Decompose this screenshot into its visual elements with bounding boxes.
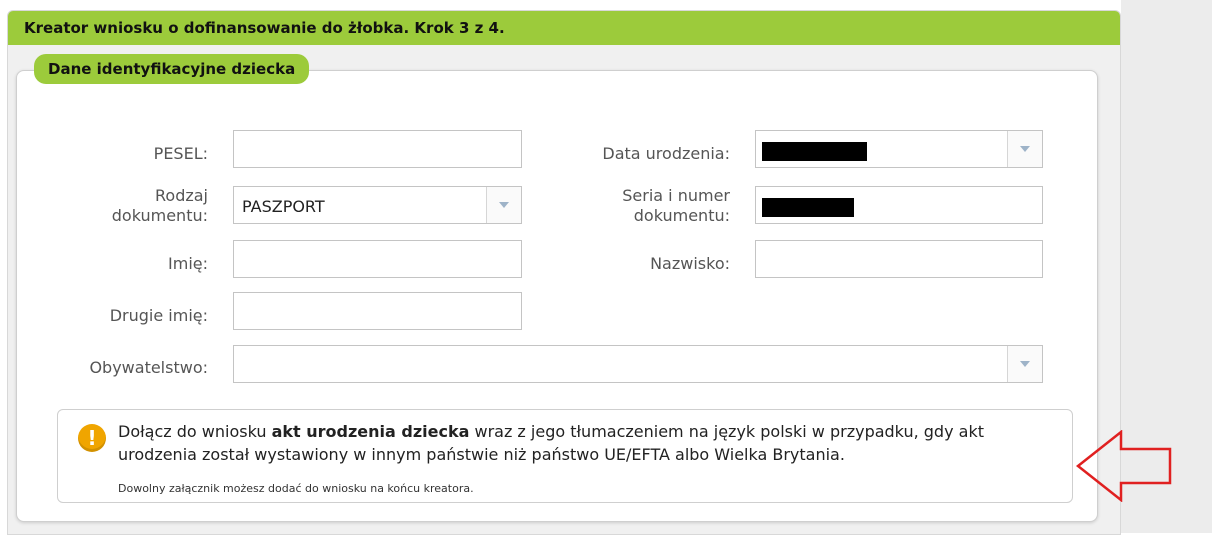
pesel-label: PESEL: bbox=[153, 144, 208, 163]
last-name-input[interactable] bbox=[755, 240, 1043, 278]
second-name-label: Drugie imię: bbox=[109, 306, 208, 325]
first-name-input[interactable] bbox=[233, 240, 522, 278]
citizenship-select[interactable] bbox=[233, 345, 1043, 383]
chevron-down-icon bbox=[499, 202, 509, 208]
document-type-label-line1: Rodzaj bbox=[155, 186, 208, 205]
second-name-input[interactable] bbox=[233, 292, 522, 330]
wizard-title: Kreator wniosku o dofinansowanie do żłob… bbox=[24, 19, 505, 37]
notice-text-bold: akt urodzenia dziecka bbox=[271, 422, 470, 441]
document-number-input[interactable] bbox=[755, 186, 1043, 224]
section-legend: Dane identyfikacyjne dziecka bbox=[34, 54, 310, 84]
birth-certificate-notice: ! Dołącz do wniosku akt urodzenia dzieck… bbox=[57, 409, 1073, 503]
last-name-label: Nazwisko: bbox=[650, 254, 730, 273]
redacted-document-number bbox=[762, 198, 854, 217]
chevron-down-icon bbox=[1020, 146, 1030, 152]
citizenship-dropdown-button[interactable] bbox=[1007, 346, 1042, 382]
document-number-label-line2: dokumentu: bbox=[633, 206, 730, 225]
document-type-label: Rodzaj dokumentu: bbox=[60, 186, 208, 226]
notice-text: Dołącz do wniosku akt urodzenia dziecka … bbox=[118, 420, 1058, 466]
notice-text-before: Dołącz do wniosku bbox=[118, 422, 272, 441]
citizenship-label: Obywatelstwo: bbox=[89, 358, 208, 377]
notice-attachment-hint: Dowolny załącznik możesz dodać do wniosk… bbox=[118, 482, 474, 495]
pesel-input[interactable] bbox=[233, 130, 522, 168]
first-name-label: Imię: bbox=[168, 254, 208, 273]
document-number-label: Seria i numer dokumentu: bbox=[560, 186, 730, 226]
document-type-select[interactable]: PASZPORT bbox=[233, 186, 522, 224]
birth-date-label: Data urodzenia: bbox=[602, 144, 730, 163]
document-type-dropdown-button[interactable] bbox=[486, 187, 521, 223]
birth-date-dropdown-button[interactable] bbox=[1007, 131, 1042, 167]
redacted-birth-date bbox=[762, 142, 867, 161]
document-number-label-line1: Seria i numer bbox=[622, 186, 730, 205]
wizard-header: Kreator wniosku o dofinansowanie do żłob… bbox=[8, 11, 1120, 45]
chevron-down-icon bbox=[1020, 361, 1030, 367]
left-arrow-annotation-icon bbox=[1075, 430, 1172, 502]
exclamation-icon: ! bbox=[78, 424, 106, 452]
birth-date-select[interactable] bbox=[755, 130, 1043, 168]
document-type-label-line2: dokumentu: bbox=[111, 206, 208, 225]
document-type-value: PASZPORT bbox=[242, 197, 325, 216]
